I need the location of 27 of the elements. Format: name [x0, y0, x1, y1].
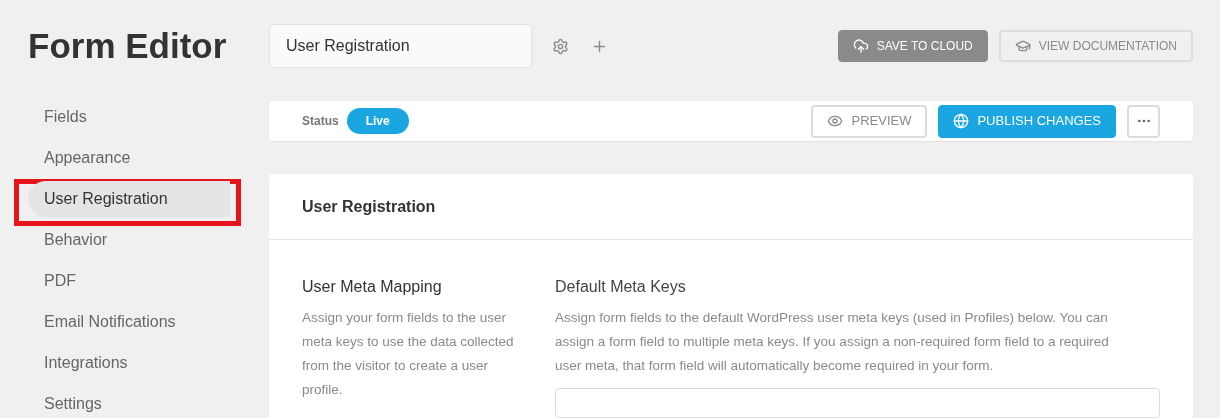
section-heading: User Meta Mapping: [302, 277, 443, 297]
globe-icon: [953, 113, 970, 129]
preview-button[interactable]: PREVIEW: [811, 104, 928, 138]
form-name-field[interactable]: User Registration: [269, 24, 532, 68]
status-label: Status: [302, 113, 339, 130]
section-description: Assign your form fields to the user meta keys to use the data collected from the visitor to create a user profile.: [302, 309, 515, 399]
input-field[interactable]: [555, 388, 1160, 418]
status-badge: Live: [346, 108, 409, 134]
section-description: Assign form fields to the default WordPress user meta keys (used in Profiles) below. You can assign a form field to multiple meta keys. If you assign a non-required form field to a required user meta, that form field will automatically become required in your form.: [555, 309, 1110, 375]
sidebar-item[interactable]: Integrations: [28, 344, 230, 381]
sidebar-item[interactable]: Fields: [28, 98, 230, 135]
publish-button[interactable]: PUBLISH CHANGES: [938, 104, 1116, 138]
sidebar-item[interactable]: PDF: [28, 262, 230, 299]
sidebar-item[interactable]: Appearance: [28, 139, 230, 176]
documentation-button[interactable]: VIEW DOCUMENTATION: [998, 30, 1193, 62]
panel-title: User Registration: [302, 196, 436, 217]
settings-icon[interactable]: [552, 37, 569, 55]
sidebar-item[interactable]: Behavior: [28, 221, 230, 258]
sidebar-item[interactable]: Email Notifications: [28, 303, 230, 340]
cloud-upload-icon: [852, 38, 869, 54]
eye-icon: [827, 113, 844, 129]
section-heading: Default Meta Keys: [555, 277, 687, 297]
graduation-cap-icon: [1014, 38, 1031, 54]
sidebar-item[interactable]: User Registration: [28, 180, 230, 217]
sidebar-item[interactable]: Settings: [28, 385, 230, 418]
save-button[interactable]: SAVE TO CLOUD: [837, 30, 988, 62]
page-title: Form Editor: [28, 26, 228, 66]
